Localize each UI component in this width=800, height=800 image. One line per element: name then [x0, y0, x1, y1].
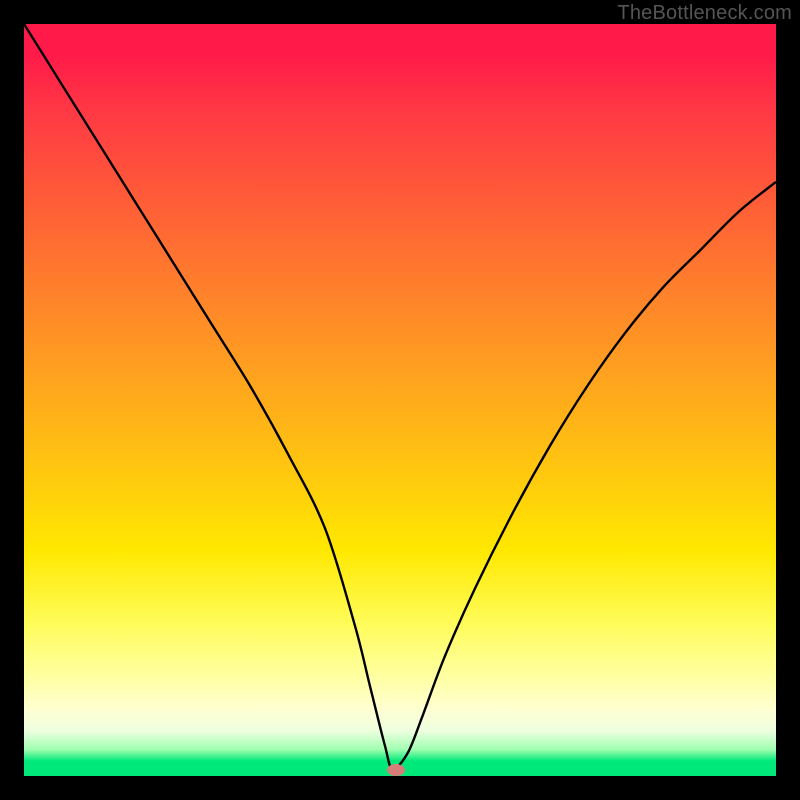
- optimal-point-marker: [387, 764, 405, 776]
- chart-frame: [24, 24, 776, 776]
- plot-gradient-background: [24, 24, 776, 776]
- watermark-text: TheBottleneck.com: [617, 2, 792, 25]
